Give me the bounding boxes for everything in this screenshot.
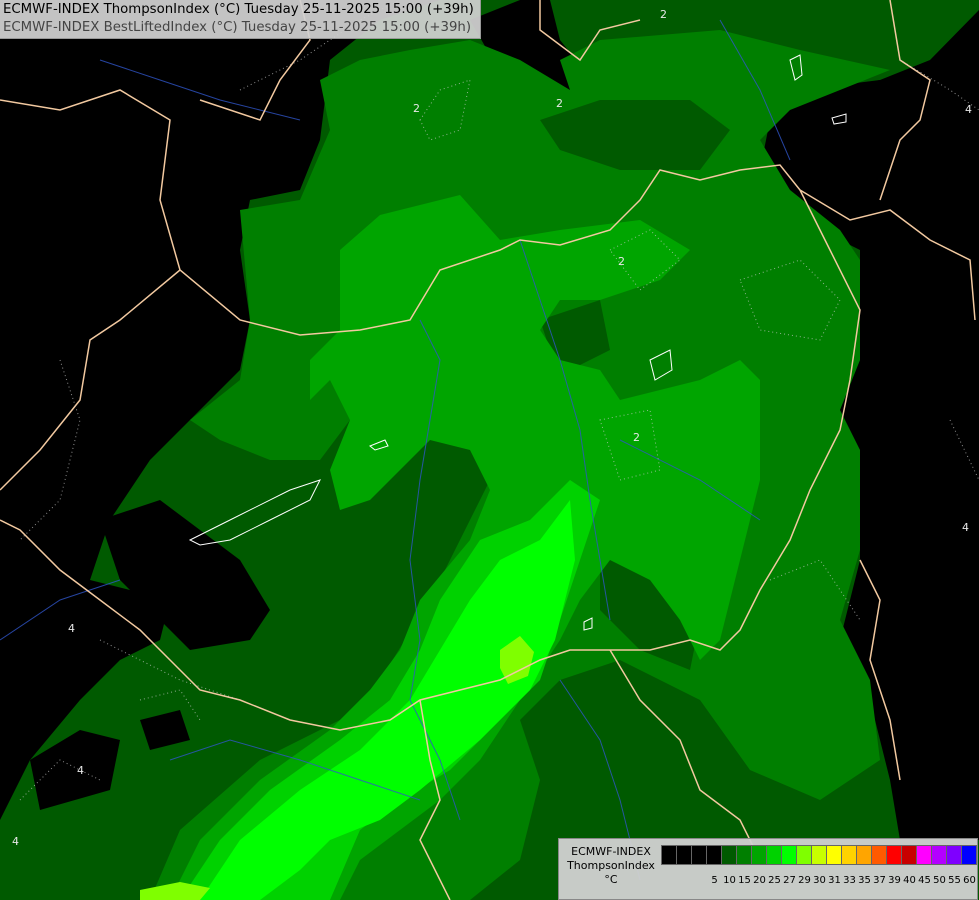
legend-tick: 35 xyxy=(858,875,871,886)
legend-tick: 30 xyxy=(813,875,826,886)
legend-tick: 60 xyxy=(963,875,976,886)
contour-label: 2 xyxy=(618,255,625,268)
color-legend: ECMWF-INDEX ThompsonIndex °C 5 10 15 20 25 27… xyxy=(558,838,978,900)
legend-tick: 55 xyxy=(948,875,961,886)
contour-label: 2 xyxy=(556,97,563,110)
legend-swatch xyxy=(706,845,722,865)
map-title-secondary: ECMWF-INDEX BestLiftedIndex (°C) Tuesday… xyxy=(3,20,472,35)
legend-swatch xyxy=(901,845,917,865)
contour-label: 4 xyxy=(962,521,969,534)
contour-label: 4 xyxy=(965,103,972,116)
legend-swatch xyxy=(736,845,752,865)
contour-label: 4 xyxy=(68,622,75,635)
legend-swatch xyxy=(811,845,827,865)
legend-unit: °C xyxy=(604,873,618,886)
contour-label: 4 xyxy=(12,835,19,848)
legend-swatch xyxy=(826,845,842,865)
legend-tick: 39 xyxy=(888,875,901,886)
legend-swatch xyxy=(721,845,737,865)
contour-label: 2 xyxy=(633,431,640,444)
legend-tick: 31 xyxy=(828,875,841,886)
legend-tick: 37 xyxy=(873,875,886,886)
legend-swatch xyxy=(886,845,902,865)
legend-tick: 5 xyxy=(711,875,718,886)
legend-tick: 45 xyxy=(918,875,931,886)
legend-swatch xyxy=(946,845,962,865)
legend-swatch xyxy=(871,845,887,865)
legend-tick: 50 xyxy=(933,875,946,886)
legend-label: ECMWF-INDEX ThompsonIndex °C xyxy=(563,845,659,887)
legend-swatch xyxy=(796,845,812,865)
legend-tick: 33 xyxy=(843,875,856,886)
legend-swatch xyxy=(661,845,677,865)
legend-swatch xyxy=(691,845,707,865)
legend-param: ThompsonIndex xyxy=(567,859,655,872)
legend-swatch xyxy=(781,845,797,865)
legend-swatch xyxy=(961,845,977,865)
contour-label: 4 xyxy=(77,764,84,777)
contour-label: 2 xyxy=(660,8,667,21)
legend-swatch xyxy=(856,845,872,865)
legend-swatch xyxy=(916,845,932,865)
legend-swatch xyxy=(841,845,857,865)
map-title-primary: ECMWF-INDEX ThompsonIndex (°C) Tuesday 2… xyxy=(3,2,474,17)
legend-title: ECMWF-INDEX xyxy=(571,845,651,858)
legend-color-bar xyxy=(661,845,977,865)
legend-tick: 20 xyxy=(753,875,766,886)
legend-tick: 40 xyxy=(903,875,916,886)
legend-swatch xyxy=(751,845,767,865)
map-title-box: ECMWF-INDEX ThompsonIndex (°C) Tuesday 2… xyxy=(0,0,481,39)
contour-label: 2 xyxy=(413,102,420,115)
legend-tick-labels: 5 10 15 20 25 27 29 30 31 33 35 37 39 40 45 50 55 60 xyxy=(661,875,977,886)
legend-tick: 15 xyxy=(738,875,751,886)
legend-tick: 25 xyxy=(768,875,781,886)
legend-tick: 29 xyxy=(798,875,811,886)
legend-swatch xyxy=(931,845,947,865)
legend-swatch xyxy=(766,845,782,865)
legend-swatch xyxy=(676,845,692,865)
legend-tick: 10 xyxy=(723,875,736,886)
legend-tick: 27 xyxy=(783,875,796,886)
map-canvas[interactable]: 2 2 2 2 4 4 4 4 4 2 xyxy=(0,0,979,900)
